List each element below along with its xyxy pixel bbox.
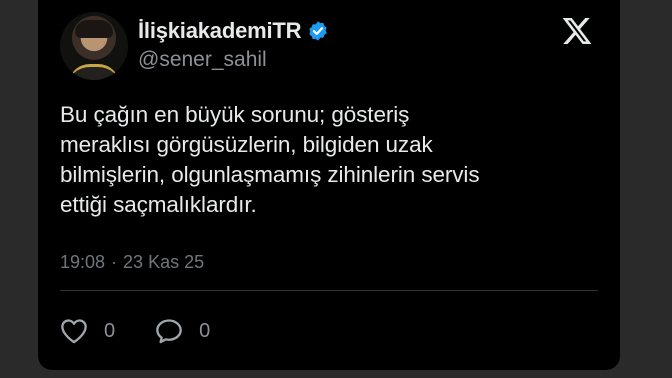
author-display-name[interactable]: İlişkiakademiTR bbox=[138, 18, 302, 44]
tweet-actions: 0 0 bbox=[60, 318, 210, 344]
tweet-time: 19:08 bbox=[60, 252, 106, 272]
speech-bubble-icon bbox=[156, 319, 182, 344]
heart-icon bbox=[61, 319, 87, 344]
tweet-date: 23 Kas 25 bbox=[123, 252, 205, 272]
x-logo-icon[interactable] bbox=[560, 15, 594, 47]
reply-button[interactable]: 0 bbox=[155, 318, 210, 344]
like-button[interactable]: 0 bbox=[60, 318, 115, 344]
author-name-row: İlişkiakademiTR bbox=[138, 18, 329, 44]
meta-separator: · bbox=[111, 252, 118, 272]
avatar[interactable] bbox=[60, 12, 128, 80]
avatar-shirt bbox=[68, 64, 120, 80]
tweet-text-line: meraklısı görgüsüzlerin, bilgiden uzak bbox=[60, 132, 433, 157]
reply-count: 0 bbox=[199, 319, 211, 342]
like-count: 0 bbox=[104, 319, 116, 342]
author-handle[interactable]: @sener_sahil bbox=[138, 48, 267, 72]
tweet-text-line: Bu çağın en büyük sorunu; gösteriş bbox=[60, 102, 410, 127]
divider bbox=[60, 290, 598, 291]
tweet-timestamp[interactable]: 19:08 · 23 Kas 25 bbox=[60, 252, 204, 273]
avatar-hair bbox=[75, 20, 113, 38]
tweet-card: İlişkiakademiTR @sener_sahil Bu çağın en… bbox=[38, 0, 620, 370]
tweet-text-line: bilmişlerin, olgunlaşmamış zihinlerin se… bbox=[60, 162, 480, 187]
tweet-text: Bu çağın en büyük sorunu; gösteriş merak… bbox=[60, 100, 580, 220]
verified-badge-icon bbox=[309, 21, 327, 41]
tweet-text-line: ettiği saçmalıklardır. bbox=[60, 192, 257, 217]
